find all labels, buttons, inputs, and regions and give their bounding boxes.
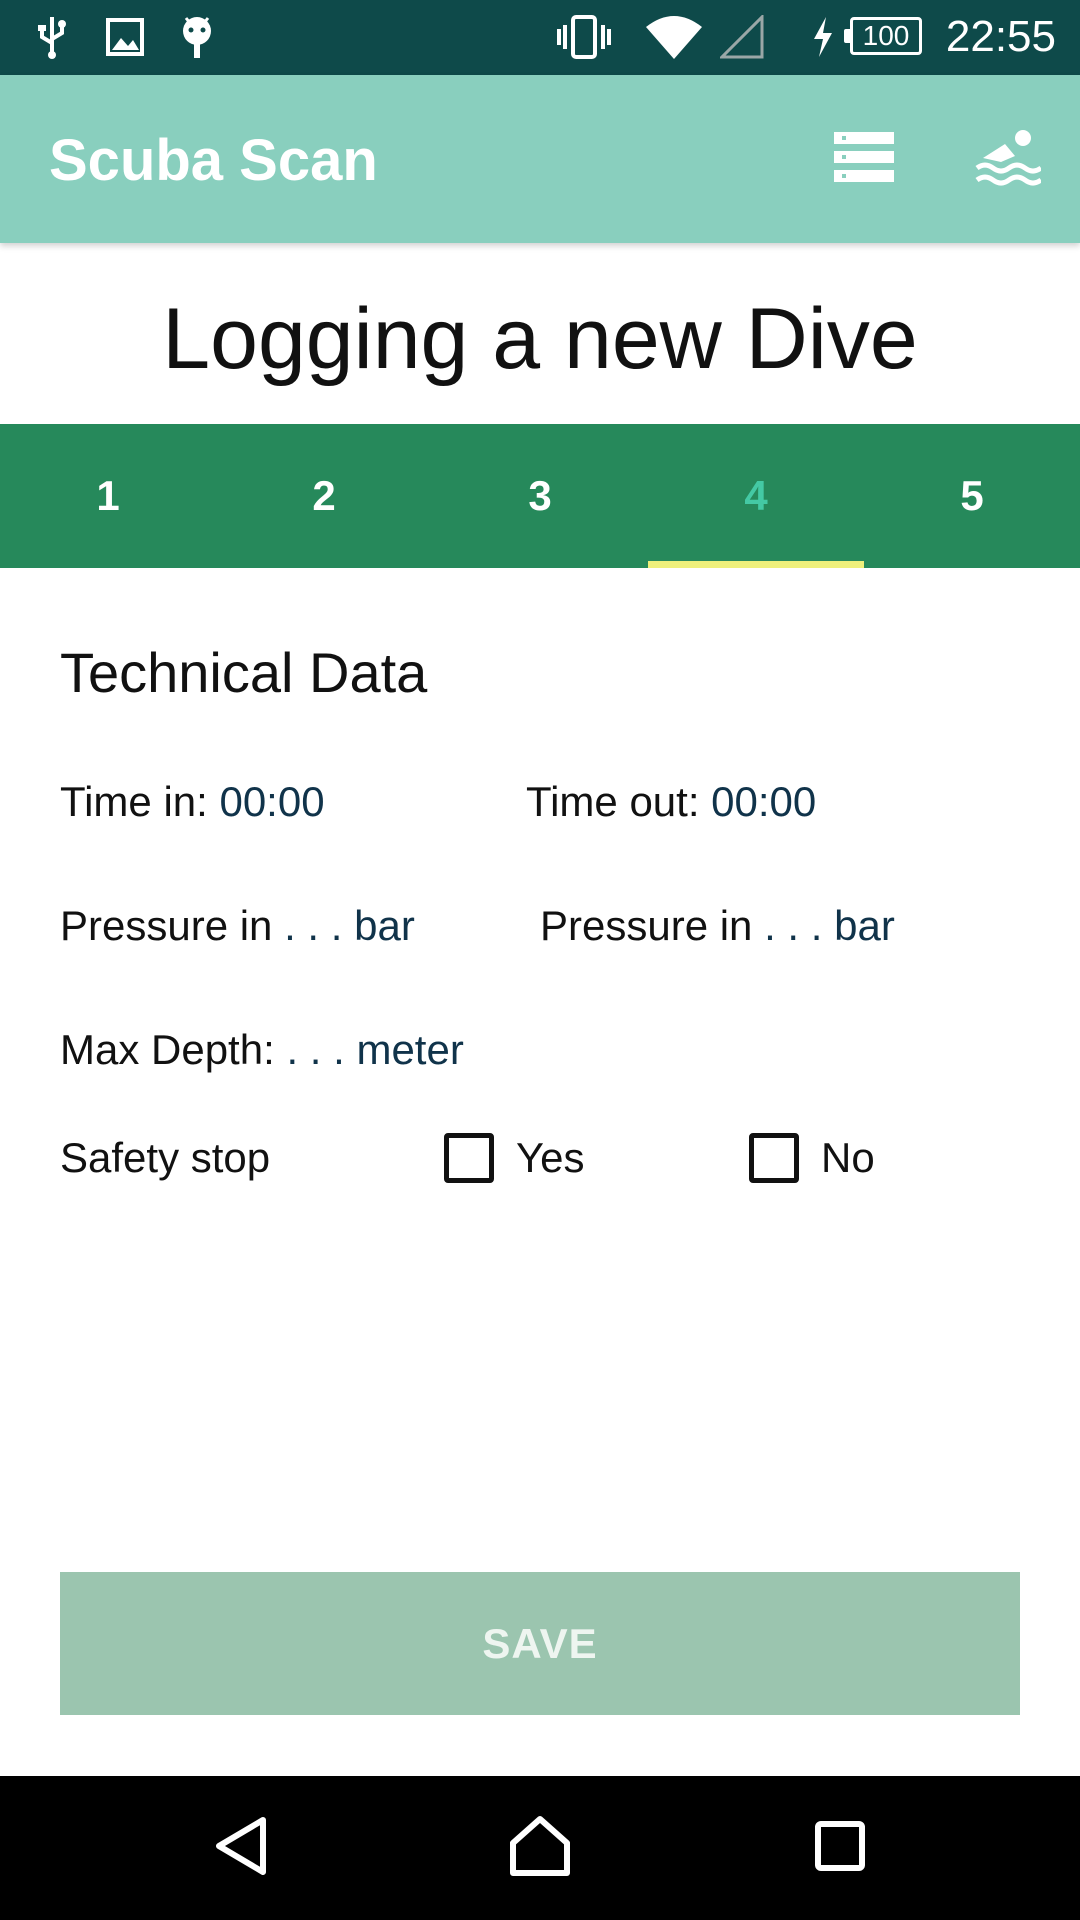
status-bar: 100 22:55: [0, 0, 1080, 75]
tab-3[interactable]: 3: [432, 424, 648, 568]
time-in-value[interactable]: 00:00: [219, 778, 324, 825]
save-button[interactable]: SAVE: [60, 1572, 1020, 1715]
vibrate-icon: [555, 14, 613, 60]
pressure-in-second-label: Pressure in: [540, 902, 765, 949]
app-title: Scuba Scan: [49, 128, 378, 193]
home-button[interactable]: [495, 1803, 585, 1893]
back-button[interactable]: [196, 1803, 286, 1893]
time-out-field[interactable]: Time out: 00:00: [526, 778, 816, 826]
pressure-in-field[interactable]: Pressure in . . . bar: [60, 902, 415, 950]
tab-2[interactable]: 2: [216, 424, 432, 568]
max-depth-label: Max Depth:: [60, 1026, 287, 1073]
recents-icon: [814, 1820, 866, 1877]
safety-stop-label: Safety stop: [60, 1134, 271, 1181]
app-bar: Scuba Scan: [0, 75, 1080, 243]
section-title: Technical Data: [60, 641, 428, 704]
tab-4[interactable]: 4: [648, 424, 864, 568]
list-button[interactable]: [824, 119, 904, 199]
yes-checkbox[interactable]: [444, 1133, 494, 1183]
back-icon: [213, 1816, 269, 1881]
tab-5[interactable]: 5: [864, 424, 1080, 568]
pressure-in-second-value[interactable]: . . . bar: [764, 902, 895, 949]
navigation-bar: [0, 1776, 1080, 1920]
recents-button[interactable]: [795, 1803, 885, 1893]
charging-icon: [810, 14, 836, 60]
wifi-icon: [644, 14, 704, 60]
home-icon: [509, 1815, 571, 1882]
no-label: No: [821, 1134, 875, 1181]
tab-1[interactable]: 1: [0, 424, 216, 568]
pressure-in-label: Pressure in: [60, 902, 285, 949]
max-depth-field[interactable]: Max Depth: . . . meter: [60, 1026, 464, 1074]
image-icon: [106, 14, 144, 60]
yes-label: Yes: [516, 1134, 585, 1181]
status-time: 22:55: [945, 12, 1056, 61]
pressure-in-value[interactable]: . . . bar: [284, 902, 415, 949]
android-icon: [178, 14, 216, 60]
max-depth-value[interactable]: . . . meter: [286, 1026, 463, 1073]
time-in-field[interactable]: Time in: 00:00: [60, 778, 325, 826]
usb-icon: [34, 14, 70, 60]
battery-icon: 100: [844, 17, 922, 55]
step-tabs: 1 2 3 4 5: [0, 424, 1080, 568]
swimmer-button[interactable]: [968, 119, 1048, 199]
safety-stop-yes-option[interactable]: Yes: [444, 1128, 585, 1188]
page-title: Logging a new Dive: [162, 291, 918, 387]
no-checkbox[interactable]: [749, 1133, 799, 1183]
pressure-in-second-field[interactable]: Pressure in . . . bar: [540, 902, 895, 950]
time-in-label: Time in:: [60, 778, 220, 825]
list-icon: [832, 130, 896, 189]
safety-stop-no-option[interactable]: No: [749, 1128, 875, 1188]
safety-stop-row: Safety stop: [60, 1128, 270, 1188]
swimmer-icon: [975, 128, 1043, 191]
cellular-signal-icon: [720, 14, 764, 60]
time-out-value[interactable]: 00:00: [711, 778, 816, 825]
time-out-label: Time out:: [526, 778, 712, 825]
